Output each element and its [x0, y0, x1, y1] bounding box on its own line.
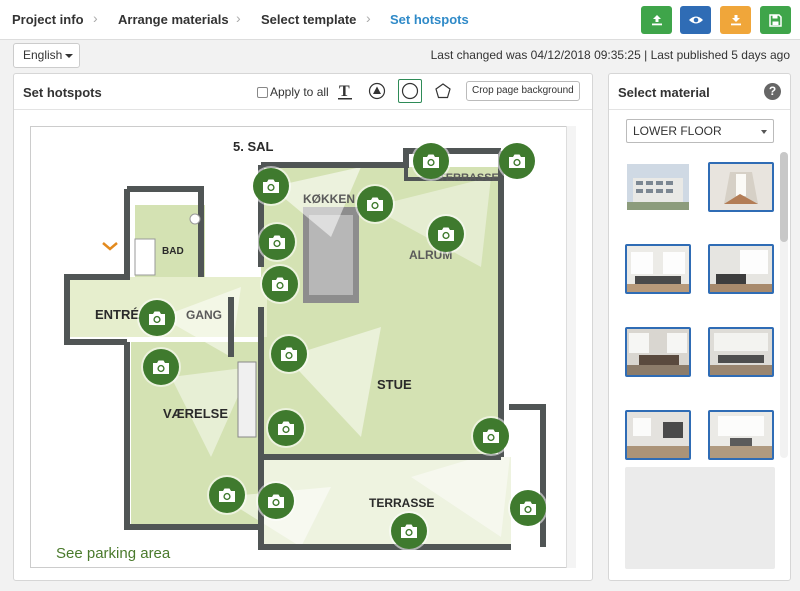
breadcrumb-project-info[interactable]: Project info [12, 12, 84, 27]
camera-icon [219, 488, 235, 502]
camera-icon [278, 421, 294, 435]
eye-icon [688, 16, 703, 24]
floor-select[interactable]: LOWER FLOOR [626, 119, 774, 143]
svg-text:T: T [339, 83, 350, 100]
material-thumbnail[interactable] [625, 327, 691, 377]
floor-select-value: LOWER FLOOR [633, 124, 722, 138]
hotspot-camera[interactable] [262, 266, 298, 302]
material-scrollbar-thumb[interactable] [780, 152, 788, 242]
camera-icon [281, 347, 297, 361]
camera-icon [438, 227, 454, 241]
material-thumbnail[interactable] [625, 162, 691, 212]
canvas-scrollbar[interactable] [566, 126, 576, 568]
chevron-right-icon: › [236, 10, 241, 26]
save-button[interactable] [760, 6, 791, 34]
camera-icon [269, 235, 285, 249]
apply-to-all-checkbox[interactable] [257, 87, 268, 98]
hotspot-camera[interactable] [413, 143, 449, 179]
hotspot-camera[interactable] [473, 418, 509, 454]
camera-icon [401, 524, 417, 538]
room-label-vaerelse: VÆRELSE [163, 406, 228, 421]
camera-icon [272, 277, 288, 291]
panel-title: Set hotspots [23, 85, 102, 100]
download-icon [730, 15, 741, 26]
room-label-entre: ENTRÉ [95, 307, 139, 322]
breadcrumb-set-hotspots[interactable]: Set hotspots [390, 12, 469, 27]
hotspot-camera[interactable] [259, 224, 295, 260]
material-drop-zone[interactable] [625, 467, 775, 569]
camera-icon [263, 179, 279, 193]
material-thumbnail[interactable] [708, 162, 774, 212]
material-thumbnail[interactable] [708, 244, 774, 294]
hotspot-camera[interactable] [499, 143, 535, 179]
pentagon-tool-icon[interactable] [432, 80, 454, 102]
hotspot-camera[interactable] [510, 490, 546, 526]
help-icon[interactable]: ? [764, 83, 781, 100]
hotspot-camera[interactable] [258, 483, 294, 519]
material-panel: Select material ? LOWER FLOOR [608, 73, 791, 581]
camera-icon [153, 360, 169, 374]
room-label-stue: STUE [377, 377, 412, 392]
language-selected: English [23, 48, 63, 62]
hotspot-camera[interactable] [143, 349, 179, 385]
circle-tool-icon[interactable] [398, 79, 422, 103]
caret-down-icon [65, 53, 74, 58]
room-label-terrace-top: TERRASSE [439, 172, 499, 184]
panel-title: Select material [618, 85, 710, 100]
upload-icon [651, 15, 662, 26]
caret-down-icon [761, 130, 767, 134]
hotspot-camera[interactable] [357, 186, 393, 222]
material-panel-header: Select material ? [609, 74, 790, 110]
apply-to-all-label[interactable]: Apply to all [270, 85, 329, 99]
breadcrumb-select-template[interactable]: Select template [261, 12, 356, 27]
room-label-terrace-bottom: TERRASSE [369, 496, 434, 510]
camera-icon [367, 197, 383, 211]
hotspot-camera[interactable] [139, 300, 175, 336]
material-thumbnail[interactable] [625, 410, 691, 460]
chevron-right-icon: › [93, 10, 98, 26]
upload-button[interactable] [641, 6, 672, 34]
material-thumbnail[interactable] [708, 327, 774, 377]
hotspot-camera[interactable] [268, 410, 304, 446]
floor-label: 5. SAL [233, 139, 274, 154]
hotspot-camera[interactable] [271, 336, 307, 372]
camera-icon [509, 154, 525, 168]
language-dropdown[interactable]: English [13, 43, 80, 68]
camera-icon [149, 311, 165, 325]
hotspot-camera[interactable] [391, 513, 427, 549]
hotspot-camera[interactable] [209, 477, 245, 513]
hotspot-camera[interactable] [428, 216, 464, 252]
room-label-kitchen: KØKKEN [303, 192, 355, 206]
crop-page-background-button[interactable]: Crop page background [466, 81, 580, 101]
preview-button[interactable] [680, 6, 711, 34]
save-icon [769, 13, 782, 27]
text-tool-icon[interactable]: T [334, 80, 356, 102]
chevron-right-icon: › [366, 10, 371, 26]
material-thumbnail[interactable] [625, 244, 691, 294]
camera-icon [268, 494, 284, 508]
material-thumbnail[interactable] [708, 410, 774, 460]
parking-area-link[interactable]: See parking area [56, 545, 170, 562]
download-button[interactable] [720, 6, 751, 34]
camera-icon [520, 501, 536, 515]
room-label-bad: BAD [162, 246, 184, 257]
camera-icon [423, 154, 439, 168]
hotspot-camera[interactable] [253, 168, 289, 204]
top-navigation-bar: Project info › Arrange materials › Selec… [0, 0, 800, 40]
camera-icon [483, 429, 499, 443]
triangle-circle-tool-icon[interactable] [366, 80, 388, 102]
breadcrumb-arrange-materials[interactable]: Arrange materials [118, 12, 229, 27]
room-label-gang: GANG [186, 308, 222, 322]
status-text: Last changed was 04/12/2018 09:35:25 | L… [430, 48, 790, 62]
